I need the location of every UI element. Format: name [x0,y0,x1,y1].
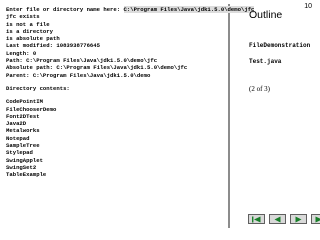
last-icon [315,216,320,222]
previous-icon [274,216,281,222]
outline-item-filedemonstration[interactable]: FileDemonstration [249,42,310,49]
path-input-field[interactable]: C:\Program Files\Java\jdk1.5.0\demo\jfc [123,6,255,13]
output-line: is not a file [6,20,50,28]
next-slide-button[interactable] [290,214,307,224]
directory-contents-heading: Directory contents: [6,84,70,92]
directory-entry: Metalworks [6,127,40,135]
directory-entry: Stylepad [6,149,33,157]
first-icon [252,216,261,222]
console-output-window: Enter file or directory name here: C:\Pr… [4,4,255,228]
prompt-label: Enter file or directory name here: [6,6,124,13]
output-line: jfc exists [6,13,40,21]
directory-entry: SwingSet2 [6,163,37,171]
directory-entry: FileChooserDemo [6,105,57,113]
directory-entry: SampleTree [6,142,40,150]
output-line: Last modified: 1083938776645 [6,42,100,50]
output-line: is absolute path [6,35,60,43]
directory-entry: SwingApplet [6,156,43,164]
output-line: Parent: C:\Program Files\Java\jdk1.5.0\d… [6,71,151,79]
next-icon [295,216,302,222]
output-line: Absolute path: C:\Program Files\Java\jdk… [6,64,188,72]
previous-slide-button[interactable] [269,214,286,224]
directory-entry: Font2DTest [6,112,40,120]
output-line: Path: C:\Program Files\Java\jdk1.5.0\dem… [6,57,158,65]
first-slide-button[interactable] [248,214,265,224]
outline-item-test-java[interactable]: Test.java [249,58,281,65]
directory-entry: Java2D [6,120,27,128]
input-prompt-line: Enter file or directory name here: C:\Pr… [6,6,255,13]
page-count: (2 of 3) [249,85,270,93]
directory-entry: Notepad [6,134,30,142]
outline-title: Outline [249,9,283,21]
slide-navigation [248,214,320,224]
directory-entry: CodePointIM [6,98,43,106]
output-line: Length: 0 [6,49,37,57]
outline-panel: Outline FileDemonstration Test.java (2 o… [249,0,315,180]
last-slide-button[interactable] [311,214,320,224]
output-line: is a directory [6,27,53,35]
directory-entry: TableExample [6,171,47,179]
